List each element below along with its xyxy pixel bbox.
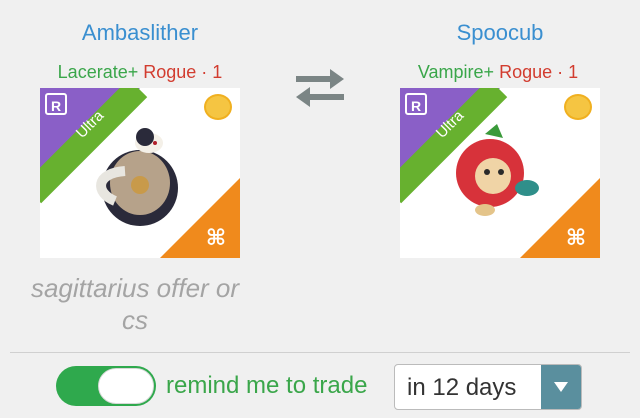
right-creature-name[interactable]: Spoocub <box>400 20 600 46</box>
divider <box>10 352 630 353</box>
toggle-knob <box>98 368 154 404</box>
rarity-badge-icon: R <box>45 93 67 115</box>
sagittarius-icon: ⌘ <box>205 225 227 250</box>
remind-interval-value: in 12 days <box>407 374 517 401</box>
remind-toggle[interactable] <box>56 366 156 406</box>
remind-interval-select[interactable]: in 12 days <box>394 364 582 410</box>
sagittarius-icon: ⌘ <box>565 225 587 250</box>
left-creature-card[interactable]: Ultra R ⌘ <box>40 88 240 258</box>
coin-icon <box>204 94 232 120</box>
remind-label: remind me to trade <box>166 372 368 399</box>
right-trait-primary: Vampire+ <box>417 62 495 82</box>
chevron-down-icon[interactable] <box>541 365 581 409</box>
left-traits: Lacerate+ Rogue · 1 <box>20 62 260 83</box>
rarity-badge-icon: R <box>405 93 427 115</box>
trade-comment: sagittarius offer or cs <box>30 273 240 335</box>
left-trait-primary: Lacerate+ <box>57 62 139 82</box>
left-creature-name[interactable]: Ambaslither <box>40 20 240 46</box>
left-trait-secondary: Rogue · 1 <box>143 62 223 82</box>
right-trait-secondary: Rogue · 1 <box>499 62 579 82</box>
swap-arrows-icon <box>296 69 344 107</box>
right-creature-card[interactable]: Ultra R ⌘ <box>400 88 600 258</box>
coin-icon <box>564 94 592 120</box>
right-traits: Vampire+ Rogue · 1 <box>378 62 618 83</box>
